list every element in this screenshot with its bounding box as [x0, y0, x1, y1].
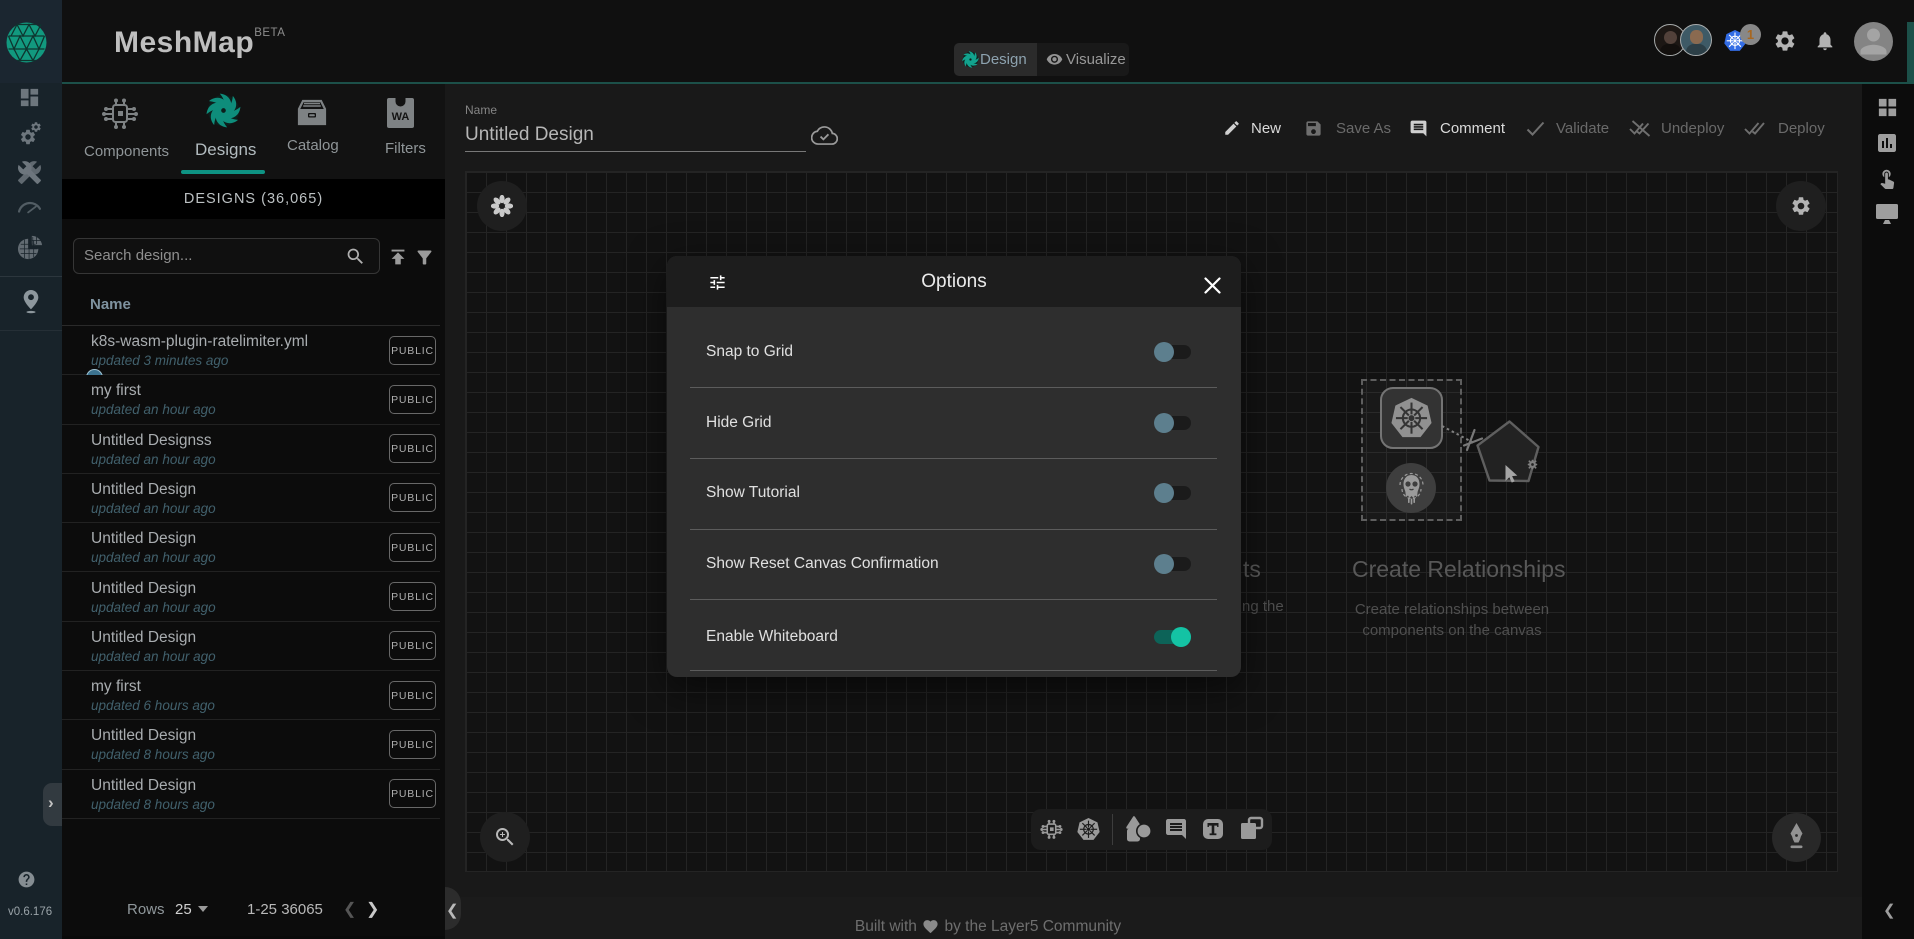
svg-text:WA: WA	[392, 111, 410, 123]
